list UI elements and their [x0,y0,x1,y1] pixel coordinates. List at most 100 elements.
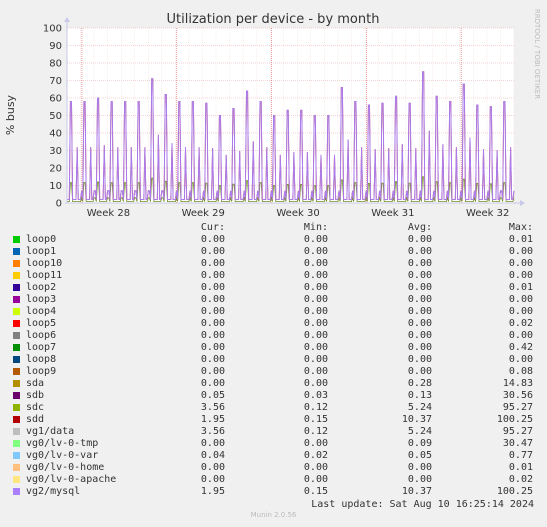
header-max: Max: [508,222,533,233]
legend-label: loop4 [26,306,57,317]
legend-min-value: 0.00 [303,438,328,449]
legend-swatch [13,404,20,411]
x-tick-label: Week 28 [87,208,130,219]
legend-min-value: 0.00 [303,378,328,389]
y-tick-label: 60 [49,94,62,105]
legend-min-value: 0.00 [303,258,328,269]
legend-row: loop10 0.00 0.00 0.00 0.00 [0,258,547,270]
legend-max-value: 30.56 [502,390,533,401]
legend-min-value: 0.02 [303,450,328,461]
legend-cur-value: 0.00 [200,366,225,377]
legend-cur-value: 0.00 [200,354,225,365]
legend-min-value: 0.03 [303,390,328,401]
legend-min-value: 0.00 [303,462,328,473]
legend-label: loop1 [26,246,57,257]
legend-max-value: 0.01 [508,462,533,473]
legend-min-value: 0.00 [303,366,328,377]
legend-row: loop9 0.00 0.00 0.00 0.08 [0,366,547,378]
legend-swatch [13,464,20,471]
legend-row: loop7 0.00 0.00 0.00 0.42 [0,342,547,354]
legend-avg-value: 0.00 [407,282,432,293]
legend-swatch [13,248,20,255]
legend-cur-value: 0.00 [200,294,225,305]
x-axis-arrow [520,200,525,206]
legend-row: vg0/lv-0-home 0.00 0.00 0.00 0.01 [0,462,547,474]
legend-cur-value: 0.00 [200,474,225,485]
legend-max-value: 0.00 [508,270,533,281]
legend-avg-value: 0.00 [407,366,432,377]
y-tick-label: 70 [49,76,62,87]
legend-label: loop6 [26,330,57,341]
legend-cur-value: 0.00 [200,378,225,389]
legend-avg-value: 0.05 [407,450,432,461]
y-tick-label: 20 [49,164,62,175]
legend-label: vg0/lv-0-var [26,450,99,461]
legend-avg-value: 5.24 [407,426,432,437]
legend-max-value: 0.42 [508,342,533,353]
header-min: Min: [303,222,328,233]
legend-row: vg1/data 3.56 0.12 5.24 95.27 [0,426,547,438]
legend-row: loop1 0.00 0.00 0.00 0.00 [0,246,547,258]
legend-label: loop10 [26,258,63,269]
legend-max-value: 30.47 [502,438,533,449]
legend-swatch [13,332,20,339]
y-tick-label: 0 [56,199,62,210]
legend-max-value: 0.02 [508,318,533,329]
legend-swatch [13,488,20,495]
legend-cur-value: 0.00 [200,282,225,293]
legend-min-value: 0.00 [303,294,328,305]
x-tick-label: Week 29 [182,208,225,219]
plot-background [67,28,514,203]
legend-row: loop3 0.00 0.00 0.00 0.00 [0,294,547,306]
legend-label: sda [26,378,45,389]
legend-row: loop4 0.00 0.00 0.00 0.00 [0,306,547,318]
legend-max-value: 0.00 [508,258,533,269]
legend-cur-value: 0.00 [200,462,225,473]
legend-row: loop0 0.00 0.00 0.00 0.01 [0,234,547,246]
legend-row: vg0/lv-0-var 0.04 0.02 0.05 0.77 [0,450,547,462]
y-tick-label: 10 [49,181,62,192]
legend-swatch [13,440,20,447]
legend-swatch [13,416,20,423]
legend-swatch [13,428,20,435]
legend-label: loop0 [26,234,57,245]
legend-row: vg0/lv-0-apache 0.00 0.00 0.00 0.02 [0,474,547,486]
legend-label: sdb [26,390,45,401]
legend-max-value: 0.00 [508,306,533,317]
legend-min-value: 0.00 [303,270,328,281]
legend-swatch [13,344,20,351]
legend-max-value: 95.27 [502,402,533,413]
legend-avg-value: 0.00 [407,330,432,341]
legend-avg-value: 10.37 [401,414,432,425]
legend-min-value: 0.12 [303,426,328,437]
legend-label: loop2 [26,282,57,293]
legend-swatch [13,476,20,483]
legend-avg-value: 0.00 [407,474,432,485]
legend-avg-value: 0.00 [407,342,432,353]
legend-min-value: 0.00 [303,282,328,293]
legend-min-value: 0.00 [303,318,328,329]
legend-max-value: 0.77 [508,450,533,461]
legend-max-value: 0.00 [508,246,533,257]
legend-min-value: 0.15 [303,486,328,497]
legend-swatch [13,368,20,375]
legend-min-value: 0.00 [303,306,328,317]
legend-swatch [13,356,20,363]
legend-label: loop9 [26,366,57,377]
legend-label: loop5 [26,318,57,329]
x-tick-label: Week 31 [371,208,414,219]
y-tick-label: 90 [49,41,62,52]
x-tick-label: Week 32 [466,208,509,219]
legend-max-value: 0.02 [508,474,533,485]
legend-cur-value: 0.04 [200,450,225,461]
legend-avg-value: 5.24 [407,402,432,413]
legend-min-value: 0.12 [303,402,328,413]
legend-label: loop3 [26,294,57,305]
legend-label: vg1/data [26,426,75,437]
legend-min-value: 0.00 [303,474,328,485]
legend-row: sdc 3.56 0.12 5.24 95.27 [0,402,547,414]
legend-max-value: 0.00 [508,354,533,365]
legend-max-value: 100.25 [496,414,533,425]
legend-cur-value: 0.00 [200,438,225,449]
legend-label: sdd [26,414,45,425]
